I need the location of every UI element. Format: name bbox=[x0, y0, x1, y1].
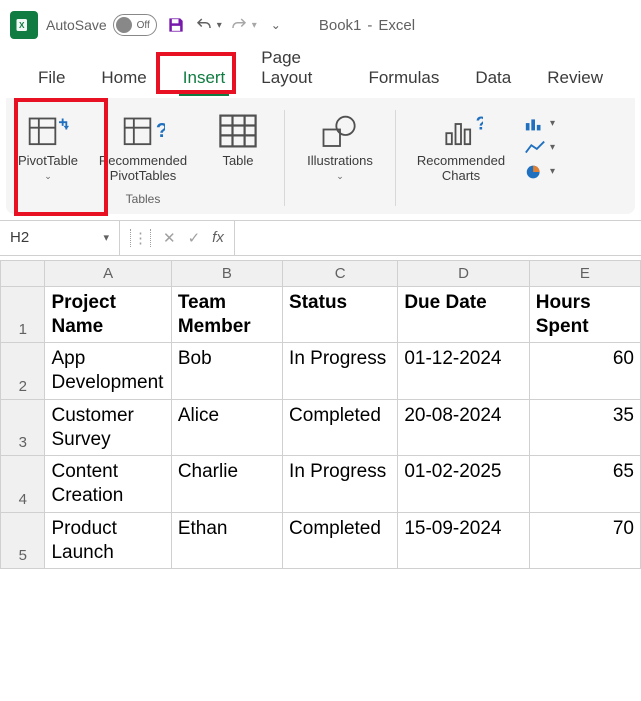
ribbon-group-illustrations: Illustrations ⌄ bbox=[295, 106, 385, 207]
ribbon-group-label-tables: Tables bbox=[126, 192, 161, 210]
table-row: 1 Project Name Team Member Status Due Da… bbox=[1, 286, 641, 343]
formula-bar: H2 ▾ ⋮ ✕ ✓ fx bbox=[0, 220, 641, 256]
ribbon-tabs: File Home Insert Page Layout Formulas Da… bbox=[0, 50, 641, 98]
svg-text:?: ? bbox=[156, 119, 165, 141]
line-chart-button[interactable]: ▾ bbox=[524, 139, 555, 157]
fx-icon[interactable]: fx bbox=[212, 229, 224, 246]
formula-controls: ⋮ ✕ ✓ fx bbox=[120, 221, 235, 255]
table-row: 4 Content Creation Charlie In Progress 0… bbox=[1, 456, 641, 513]
document-title: Book1 - Excel bbox=[319, 17, 415, 34]
recommended-charts-button[interactable]: ? Recommended Charts bbox=[406, 106, 516, 190]
autosave-group: AutoSave Off bbox=[46, 14, 157, 36]
cell[interactable]: Completed bbox=[283, 512, 398, 569]
cell[interactable]: 35 bbox=[529, 399, 640, 456]
table-row: 2 App Development Bob In Progress 01-12-… bbox=[1, 343, 641, 400]
table-row: 5 Product Launch Ethan Completed 15-09-2… bbox=[1, 512, 641, 569]
col-header-B[interactable]: B bbox=[171, 260, 282, 286]
table-button[interactable]: Table bbox=[202, 106, 274, 190]
name-box[interactable]: H2 ▾ bbox=[0, 221, 120, 255]
cell[interactable]: Team Member bbox=[171, 286, 282, 343]
tab-data[interactable]: Data bbox=[467, 62, 519, 98]
cell[interactable]: Hours Spent bbox=[529, 286, 640, 343]
cell[interactable]: Due Date bbox=[398, 286, 529, 343]
formula-input[interactable] bbox=[235, 221, 641, 255]
cell[interactable]: Content Creation bbox=[45, 456, 171, 513]
tab-formulas[interactable]: Formulas bbox=[360, 62, 447, 98]
highlight-pivottable bbox=[14, 98, 108, 216]
cancel-icon[interactable]: ✕ bbox=[163, 229, 176, 247]
table-icon bbox=[216, 112, 260, 150]
ribbon-separator bbox=[284, 110, 285, 206]
cell[interactable]: Bob bbox=[171, 343, 282, 400]
cell[interactable]: Status bbox=[283, 286, 398, 343]
cell[interactable]: Completed bbox=[283, 399, 398, 456]
cell[interactable]: App Development bbox=[45, 343, 171, 400]
cell[interactable]: Charlie bbox=[171, 456, 282, 513]
ribbon-separator bbox=[395, 110, 396, 206]
pie-chart-button[interactable]: ▾ bbox=[524, 163, 555, 181]
col-header-E[interactable]: E bbox=[529, 260, 640, 286]
row-header[interactable]: 4 bbox=[1, 456, 45, 513]
cell[interactable]: 01-12-2024 bbox=[398, 343, 529, 400]
confirm-icon[interactable]: ✓ bbox=[188, 229, 201, 247]
cell[interactable]: Project Name bbox=[45, 286, 171, 343]
tab-file[interactable]: File bbox=[30, 62, 73, 98]
tab-home[interactable]: Home bbox=[93, 62, 154, 98]
expand-icon[interactable]: ⋮ bbox=[130, 229, 151, 247]
col-header-C[interactable]: C bbox=[283, 260, 398, 286]
recommended-pivot-icon: ? bbox=[121, 112, 165, 150]
cell[interactable]: In Progress bbox=[283, 343, 398, 400]
cell[interactable]: Product Launch bbox=[45, 512, 171, 569]
recommended-charts-icon: ? bbox=[439, 112, 483, 150]
worksheet-grid[interactable]: A B C D E 1 Project Name Team Member Sta… bbox=[0, 260, 641, 570]
tab-page-layout[interactable]: Page Layout bbox=[253, 42, 340, 98]
chart-type-gallery: ▾ ▾ ▾ bbox=[520, 106, 559, 190]
tab-review[interactable]: Review bbox=[539, 62, 611, 98]
illustrations-button[interactable]: Illustrations ⌄ bbox=[295, 106, 385, 187]
column-chart-button[interactable]: ▾ bbox=[524, 115, 555, 133]
highlight-insert-tab bbox=[156, 52, 236, 94]
undo-button[interactable]: ▾ bbox=[195, 16, 222, 34]
row-header[interactable]: 3 bbox=[1, 399, 45, 456]
illustrations-icon bbox=[318, 112, 362, 150]
chevron-down-icon: ⌄ bbox=[336, 171, 344, 181]
row-header[interactable]: 5 bbox=[1, 512, 45, 569]
cell[interactable]: 15-09-2024 bbox=[398, 512, 529, 569]
qat-customize-icon[interactable]: ⌄ bbox=[265, 18, 287, 32]
cell[interactable]: 20-08-2024 bbox=[398, 399, 529, 456]
cell[interactable]: Ethan bbox=[171, 512, 282, 569]
excel-app-icon: X bbox=[10, 11, 38, 39]
cell[interactable]: Customer Survey bbox=[45, 399, 171, 456]
row-header[interactable]: 2 bbox=[1, 343, 45, 400]
ribbon-group-charts: ? Recommended Charts ▾ ▾ ▾ bbox=[406, 106, 559, 210]
svg-text:?: ? bbox=[476, 113, 483, 133]
cell[interactable]: 60 bbox=[529, 343, 640, 400]
cell[interactable]: 70 bbox=[529, 512, 640, 569]
save-icon[interactable] bbox=[165, 14, 187, 36]
col-header-A[interactable]: A bbox=[45, 260, 171, 286]
chevron-down-icon: ▾ bbox=[103, 231, 109, 244]
row-header[interactable]: 1 bbox=[1, 286, 45, 343]
cell[interactable]: Alice bbox=[171, 399, 282, 456]
cell[interactable]: 01-02-2025 bbox=[398, 456, 529, 513]
cell[interactable]: 65 bbox=[529, 456, 640, 513]
svg-text:X: X bbox=[19, 21, 25, 30]
cell[interactable]: In Progress bbox=[283, 456, 398, 513]
table-row: 3 Customer Survey Alice Completed 20-08-… bbox=[1, 399, 641, 456]
redo-button[interactable]: ▾ bbox=[230, 16, 257, 34]
autosave-toggle[interactable]: Off bbox=[113, 14, 157, 36]
autosave-label: AutoSave bbox=[46, 17, 107, 33]
select-all-corner[interactable] bbox=[1, 260, 45, 286]
col-header-D[interactable]: D bbox=[398, 260, 529, 286]
